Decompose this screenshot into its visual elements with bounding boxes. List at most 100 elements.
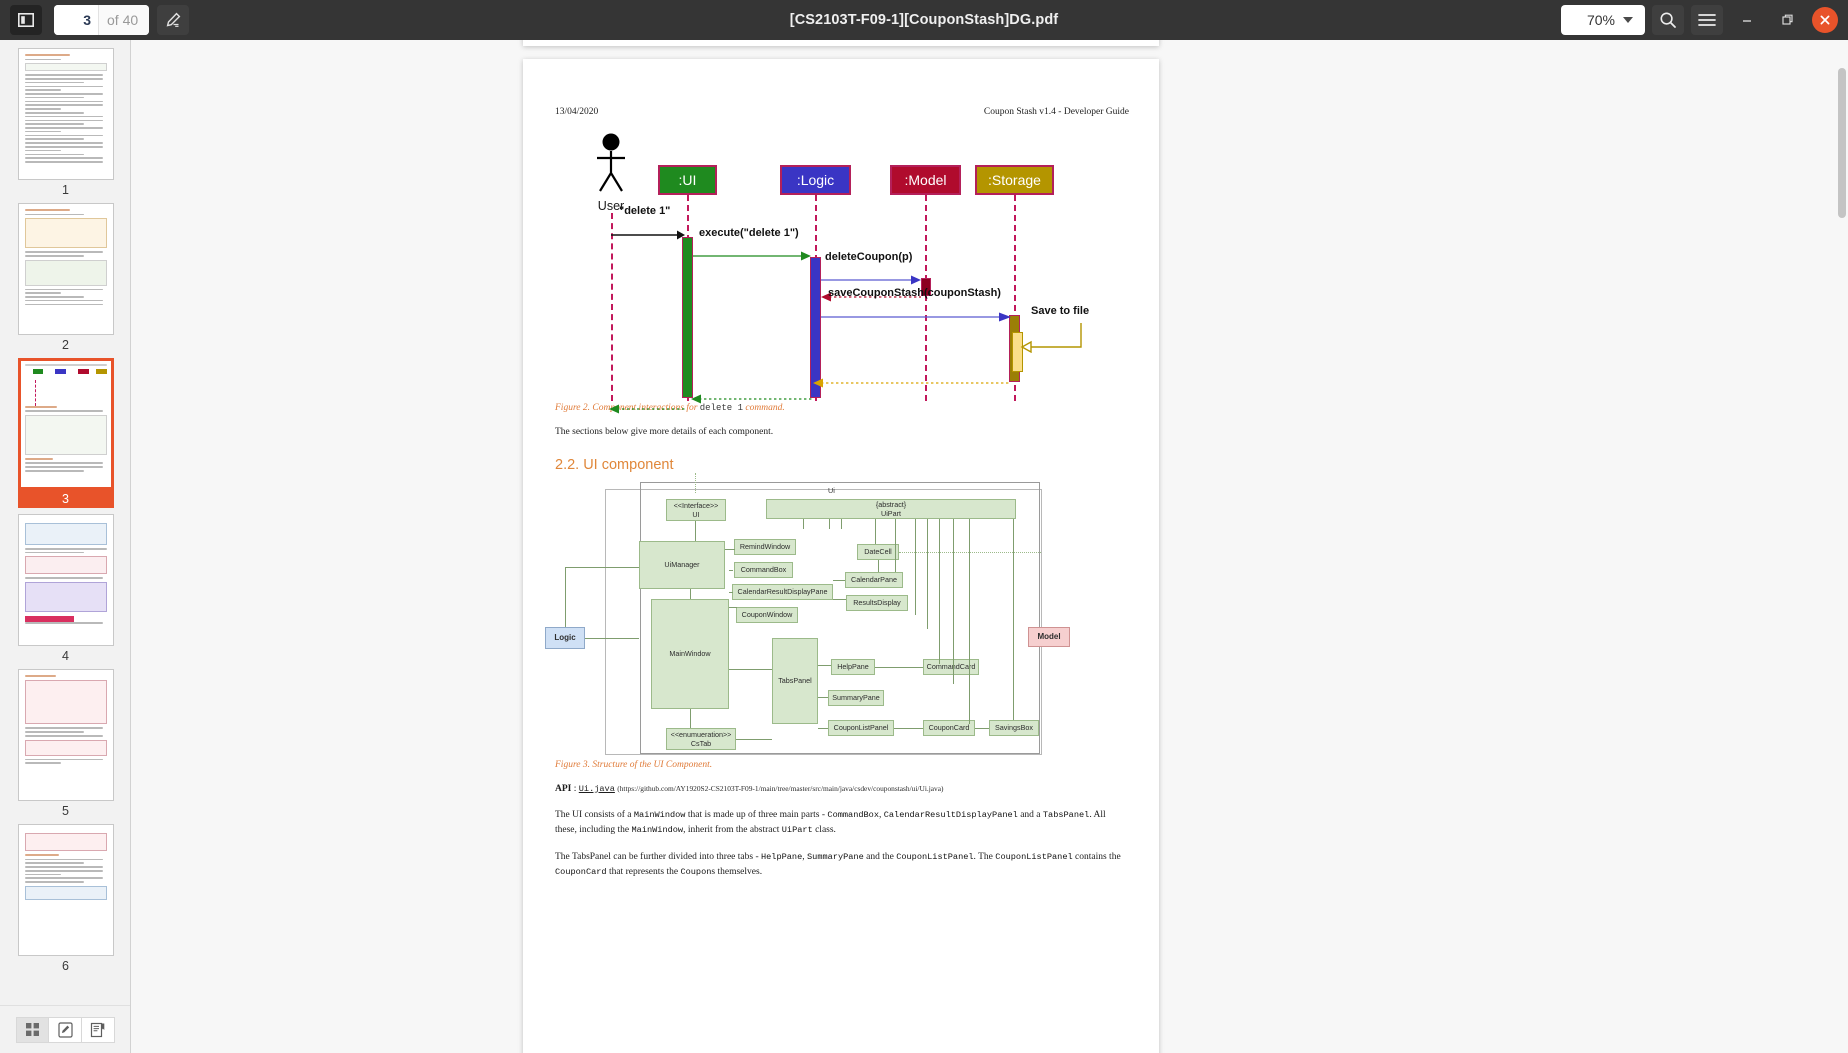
- zoom-level-label: 70%: [1586, 12, 1615, 28]
- gen-tick-7: [927, 518, 928, 629]
- thumbnail-item[interactable]: 5: [0, 669, 130, 818]
- api-url: (https://github.com/AY1920S2-CS2103T-F09…: [617, 783, 944, 793]
- search-button[interactable]: [1652, 5, 1684, 35]
- class-box-cstab-name: CsTab: [690, 738, 712, 748]
- ui-package-label: Ui: [828, 485, 835, 495]
- return-arrow-logic: [691, 394, 813, 404]
- gen-tick-6: [915, 518, 916, 615]
- annotation-view-button[interactable]: [49, 1016, 82, 1043]
- class-box-uipart-name: UiPart: [881, 508, 901, 518]
- viewer-scrollbar[interactable]: [1836, 40, 1848, 1053]
- close-button[interactable]: [1812, 7, 1838, 33]
- page-number-input[interactable]: [54, 5, 98, 35]
- participant-storage-label: :Storage: [988, 172, 1041, 188]
- figure-3-caption: Figure 3. Structure of the UI Component.: [555, 759, 713, 770]
- restore-icon: [1782, 14, 1793, 25]
- outline-view-button[interactable]: [82, 1016, 115, 1043]
- thumbnail-item[interactable]: 1: [0, 48, 130, 197]
- class-box-uipart: {abstract} UiPart: [766, 498, 1016, 519]
- message-arrow-delete1: [611, 230, 685, 240]
- api-file-link[interactable]: Ui.java: [579, 784, 615, 794]
- class-box-interface-ui-stereotype: <<Interface>>: [673, 500, 719, 510]
- para-ui-text-6: , inherit from the abstract: [683, 825, 782, 836]
- thumbnail-page-6[interactable]: [17, 824, 114, 956]
- grid-icon: [26, 1023, 39, 1036]
- para-tabs-text-3: and the: [863, 851, 897, 862]
- thumbnail-page-3[interactable]: [17, 358, 114, 490]
- pdf-viewer[interactable]: localhost:63342/main/build/docs/html5/De…: [131, 40, 1848, 1053]
- edge-tabspanel-to-summarypane: [818, 696, 828, 698]
- running-head-date: 13/04/2020: [555, 107, 599, 117]
- activation-ui: [682, 237, 693, 398]
- bookmark-icon: [90, 1022, 105, 1037]
- page-number-box[interactable]: of 40: [54, 5, 150, 35]
- edge-crdp-to-calendarpane: [833, 579, 845, 581]
- message-label-savecouponstash: saveCouponStash(couponStash): [828, 287, 1001, 299]
- gen-tick-1: [803, 518, 804, 529]
- chevron-down-icon: [1623, 17, 1633, 23]
- thumbnail-page-4[interactable]: [17, 514, 114, 646]
- class-box-savingsbox: SavingsBox: [989, 719, 1039, 736]
- message-label-deletecoupon: deleteCoupon(p): [825, 251, 913, 263]
- para-ui-code-uipart: UiPart: [781, 825, 813, 836]
- message-arrow-savecouponstash: [821, 312, 1011, 322]
- participant-ui-label: :UI: [678, 172, 697, 188]
- participant-logic: :Logic: [780, 165, 851, 195]
- edge-mainwindow-to-couponwindow: [729, 606, 737, 608]
- actor-stick-figure-icon: [597, 133, 625, 192]
- sidebar-toggle-button[interactable]: [10, 5, 42, 35]
- class-box-calendarresultdisplaypane: CalendarResultDisplayPane: [732, 583, 833, 600]
- para-tabs-code-coupon: Coupon: [680, 866, 712, 877]
- edge-helppane-to-commandcard: [875, 666, 923, 668]
- gen-tick-2: [829, 518, 830, 529]
- paragraph-ui-consists: The UI consists of a MainWindow that is …: [523, 808, 1159, 837]
- edge-crdp-to-resultsdisplay: [833, 598, 846, 600]
- message-label-delete1: "delete 1": [619, 205, 671, 217]
- thumbnail-sidebar: 1 2 3 4 5 6: [0, 40, 131, 1053]
- gen-tick-8: [939, 518, 940, 664]
- class-box-uipart-stereotype: {abstract}: [875, 499, 907, 509]
- class-box-interface-ui-name: UI: [692, 509, 700, 519]
- para-ui-code-mainwindow: MainWindow: [633, 810, 686, 821]
- return-arrow-ui: [609, 404, 687, 414]
- class-box-summarypane: SummaryPane: [828, 689, 884, 706]
- zoom-select[interactable]: 70%: [1561, 5, 1645, 35]
- menu-button[interactable]: [1691, 5, 1723, 35]
- minimize-button[interactable]: [1730, 5, 1764, 35]
- para-tabs-code-couponcard: CouponCard: [555, 866, 607, 877]
- message-arrow-deletecoupon: [821, 275, 921, 285]
- edge-logic-vertical: [565, 566, 566, 627]
- edge-mainwindow-to-cstab: [690, 708, 691, 728]
- thumbnail-item[interactable]: 2: [0, 203, 130, 352]
- participant-ui: :UI: [658, 165, 717, 195]
- viewer-scrollbar-thumb[interactable]: [1838, 68, 1846, 218]
- thumbnail-item[interactable]: 4: [0, 514, 130, 663]
- thumbnail-page-5[interactable]: [17, 669, 114, 801]
- section-heading-ui-component: 2.2. UI component: [555, 456, 674, 473]
- sidebar-toggle-icon: [18, 13, 34, 27]
- thumbnail-page-1[interactable]: [17, 48, 114, 180]
- thumbnail-item[interactable]: 3: [0, 358, 130, 508]
- edge-couponlistpanel-to-couponcard: [894, 727, 923, 729]
- class-box-calendarpane: CalendarPane: [845, 571, 903, 588]
- para-tabs-text-4: . The: [973, 851, 996, 862]
- hamburger-menu-icon: [1698, 14, 1716, 26]
- gen-tick-5: [895, 518, 896, 572]
- pdf-page-previous: localhost:63342/main/build/docs/html5/De…: [523, 40, 1159, 46]
- thumbnail-view-button[interactable]: [16, 1016, 49, 1043]
- pen-square-icon: [57, 1021, 73, 1038]
- thumbnail-label: 6: [62, 959, 69, 973]
- annotate-button[interactable]: [157, 5, 190, 35]
- thumbnail-item[interactable]: 6: [0, 824, 130, 973]
- class-box-tabspanel: TabsPanel: [772, 637, 818, 724]
- pen-icon: [166, 12, 181, 27]
- gen-tick-9: [953, 518, 954, 684]
- class-box-resultsdisplay: ResultsDisplay: [846, 594, 908, 611]
- thumbnail-page-2[interactable]: [17, 203, 114, 335]
- thumbnail-list[interactable]: 1 2 3 4 5 6: [0, 40, 130, 1005]
- gen-tick-11: [1013, 518, 1014, 720]
- maximize-button[interactable]: [1771, 5, 1805, 35]
- para-tabs-text-6: that represents the: [606, 866, 681, 877]
- edge-cstab-to-tabspanel: [736, 738, 772, 740]
- class-box-couponcard: CouponCard: [923, 719, 975, 736]
